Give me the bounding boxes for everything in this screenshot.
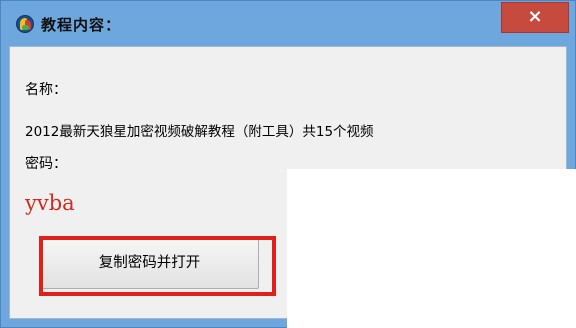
blank-overlay <box>287 169 576 328</box>
name-value: 2012最新天狼星加密视频破解教程（附工具）共15个视频 <box>25 124 374 140</box>
password-label: 密码： <box>25 156 67 172</box>
name-label: 名称： <box>25 82 67 98</box>
button-highlight-box <box>39 236 276 296</box>
app-logo-icon <box>16 15 34 33</box>
window-title: 教程内容： <box>41 16 122 34</box>
password-value: yvba <box>25 191 75 215</box>
title-bar[interactable]: 教程内容： × <box>1 1 575 45</box>
close-button[interactable]: × <box>501 2 569 33</box>
